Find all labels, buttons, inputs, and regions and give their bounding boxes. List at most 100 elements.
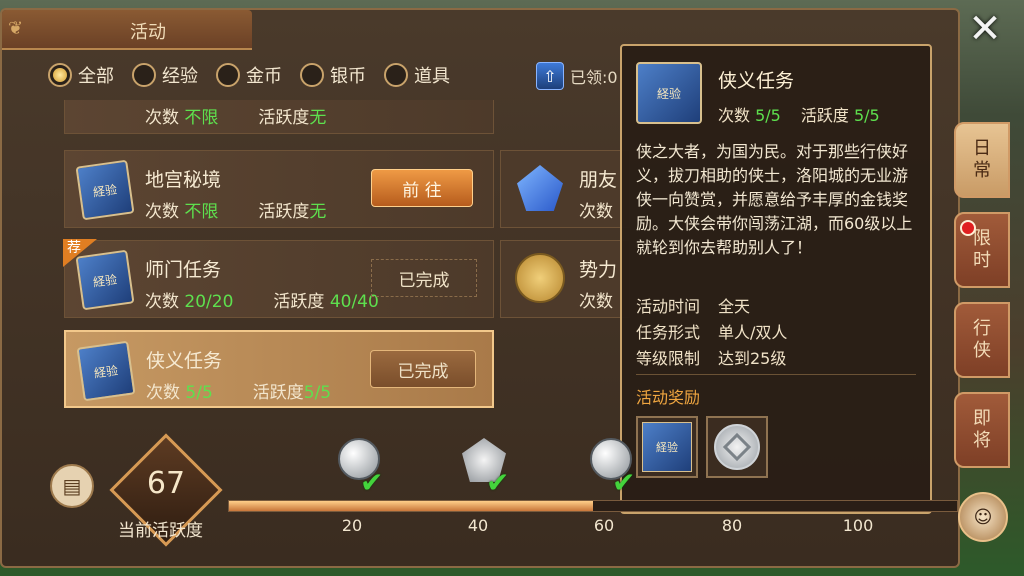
book-icon: 経验	[76, 340, 136, 402]
radio-icon	[216, 63, 240, 87]
count-label: 次数	[718, 106, 751, 125]
activity-value: 无	[309, 108, 327, 128]
activity-stats: 次数 不限 活跃度无	[145, 103, 326, 128]
milestone-label: 60	[593, 516, 615, 535]
completed-button[interactable]: 已完成	[370, 350, 476, 388]
divider	[636, 374, 916, 375]
book-icon: 経验	[75, 159, 135, 221]
progress-fill	[229, 501, 593, 511]
count-value: 5/5	[185, 383, 213, 403]
window-title: 活动	[130, 22, 166, 43]
filter-all[interactable]: 全部	[48, 62, 114, 88]
radio-icon	[384, 63, 408, 87]
count-value: 20/20	[184, 292, 234, 312]
filter-items[interactable]: 道具	[384, 62, 450, 88]
title-ornament-icon: ❦	[8, 18, 24, 39]
activity-label: 活跃度	[258, 108, 310, 128]
avatar-icon[interactable]: ☺	[958, 492, 1008, 542]
count-label: 次数	[145, 108, 179, 128]
activity-name: 师门任务	[145, 259, 222, 281]
filter-label: 全部	[78, 66, 114, 87]
activity-value: 5/5	[853, 106, 880, 125]
check-icon: ✔	[612, 466, 636, 499]
filter-label: 经验	[162, 66, 198, 87]
activity-label: 当前活跃度	[118, 521, 203, 541]
time-value: 全天	[718, 297, 751, 316]
activity-card[interactable]: 朋友 次数	[500, 150, 630, 228]
milestone-label: 80	[721, 516, 743, 535]
activity-label: 活跃度	[273, 292, 325, 312]
tooltip-stats: 次数 5/5 活跃度 5/5	[718, 102, 880, 126]
form-value: 单人/双人	[718, 323, 788, 342]
activity-value: 无	[309, 202, 327, 222]
filter-exp[interactable]: 经验	[132, 62, 198, 88]
activity-progress-section: ▤ 67 当前活跃度 ✔ ✔ ✔ 20 40 60 80 100 ☺	[0, 430, 1024, 576]
filter-row: 全部 经验 金币 银币 道具	[48, 62, 450, 88]
count-label: 次数	[146, 383, 180, 403]
time-label: 活动时间	[636, 297, 701, 316]
filter-gold[interactable]: 金币	[216, 62, 282, 88]
claimed-indicator: ⇧ 已领:0	[536, 62, 618, 90]
count-label: 次数	[579, 202, 613, 222]
level-label: 等级限制	[636, 349, 701, 368]
count-label: 次数	[145, 292, 179, 312]
tab-label: 日常	[973, 138, 991, 181]
tab-chivalry[interactable]: 行侠	[954, 302, 1010, 378]
check-icon: ✔	[360, 466, 384, 499]
level-value: 达到25级	[718, 349, 787, 368]
activity-list[interactable]: 次数 不限 活跃度无 経验 地宫秘境 次数 不限 活跃度无 前 往 経验 荐 师…	[58, 100, 498, 420]
claimed-text: 已领:0	[570, 68, 618, 87]
count-label: 次数	[145, 202, 179, 222]
milestone-label: 100	[842, 516, 874, 535]
activity-label: 活跃度	[800, 106, 849, 125]
count-value: 5/5	[755, 106, 781, 125]
tooltip-description: 侠之大者，为国为民。对于那些行侠好义，拔刀相助的侠士，洛阳城的无业游侠一向赞赏，…	[636, 142, 913, 257]
title-bar: ❦ 活动	[2, 10, 252, 50]
milestone-chest[interactable]: ✔	[330, 436, 386, 499]
completed-button[interactable]: 已完成	[371, 259, 477, 297]
filter-label: 金币	[246, 66, 282, 87]
milestone-label: 40	[467, 516, 489, 535]
radio-icon	[300, 63, 324, 87]
activity-card[interactable]: 势力 次数	[500, 240, 630, 318]
milestone-label: 20	[341, 516, 363, 535]
activity-progress-bar	[228, 500, 958, 512]
activity-label: 活跃度	[252, 383, 304, 403]
activity-name: 势力	[579, 259, 618, 281]
activity-list-right[interactable]: 朋友 次数 势力 次数	[500, 100, 630, 420]
radio-icon	[48, 63, 72, 87]
activity-card-selected[interactable]: 経验 侠义任务 次数 5/5 活跃度5/5 已完成	[64, 330, 494, 408]
book-icon: 経验	[75, 249, 135, 311]
tooltip-info: 活动时间 全天 任务形式 单人/双人 等级限制 达到25级	[636, 294, 787, 372]
calendar-icon[interactable]: ▤	[50, 464, 94, 508]
milestone-chest[interactable]: ✔	[582, 436, 638, 499]
tab-daily[interactable]: 日常	[954, 122, 1010, 198]
filter-silver[interactable]: 银币	[300, 62, 366, 88]
activity-card[interactable]: 経验 荐 师门任务 次数 20/20 活跃度 40/40 已完成	[63, 239, 494, 318]
go-button[interactable]: 前 往	[371, 169, 473, 207]
reward-label: 活动奖励	[636, 388, 701, 407]
milestone-chest[interactable]: ✔	[456, 436, 512, 499]
tab-label: 行侠	[973, 318, 991, 361]
tooltip-title: 侠义任务	[718, 70, 795, 92]
tab-label: 限时	[973, 228, 991, 271]
activity-name: 地宫秘境	[145, 169, 222, 191]
tab-limited[interactable]: 限时	[954, 212, 1010, 288]
activity-card[interactable]: 次数 不限 活跃度无	[64, 100, 494, 134]
activity-name: 朋友	[579, 169, 618, 191]
filter-label: 道具	[414, 66, 450, 87]
count-label: 次数	[579, 292, 613, 312]
check-icon: ✔	[486, 466, 510, 499]
activity-card[interactable]: 経验 地宫秘境 次数 不限 活跃度无 前 往	[64, 150, 494, 228]
notification-dot	[960, 220, 976, 236]
gold-coin-icon	[515, 253, 565, 303]
activity-name: 侠义任务	[146, 350, 223, 372]
form-label: 任务形式	[636, 323, 701, 342]
filter-label: 银币	[330, 66, 366, 87]
count-value: 不限	[184, 108, 219, 128]
radio-icon	[132, 63, 156, 87]
close-icon[interactable]: ✕	[960, 4, 1010, 54]
activity-value: 5/5	[303, 383, 332, 403]
book-icon: 経验	[636, 62, 702, 124]
upgrade-arrow-icon: ⇧	[536, 62, 564, 90]
